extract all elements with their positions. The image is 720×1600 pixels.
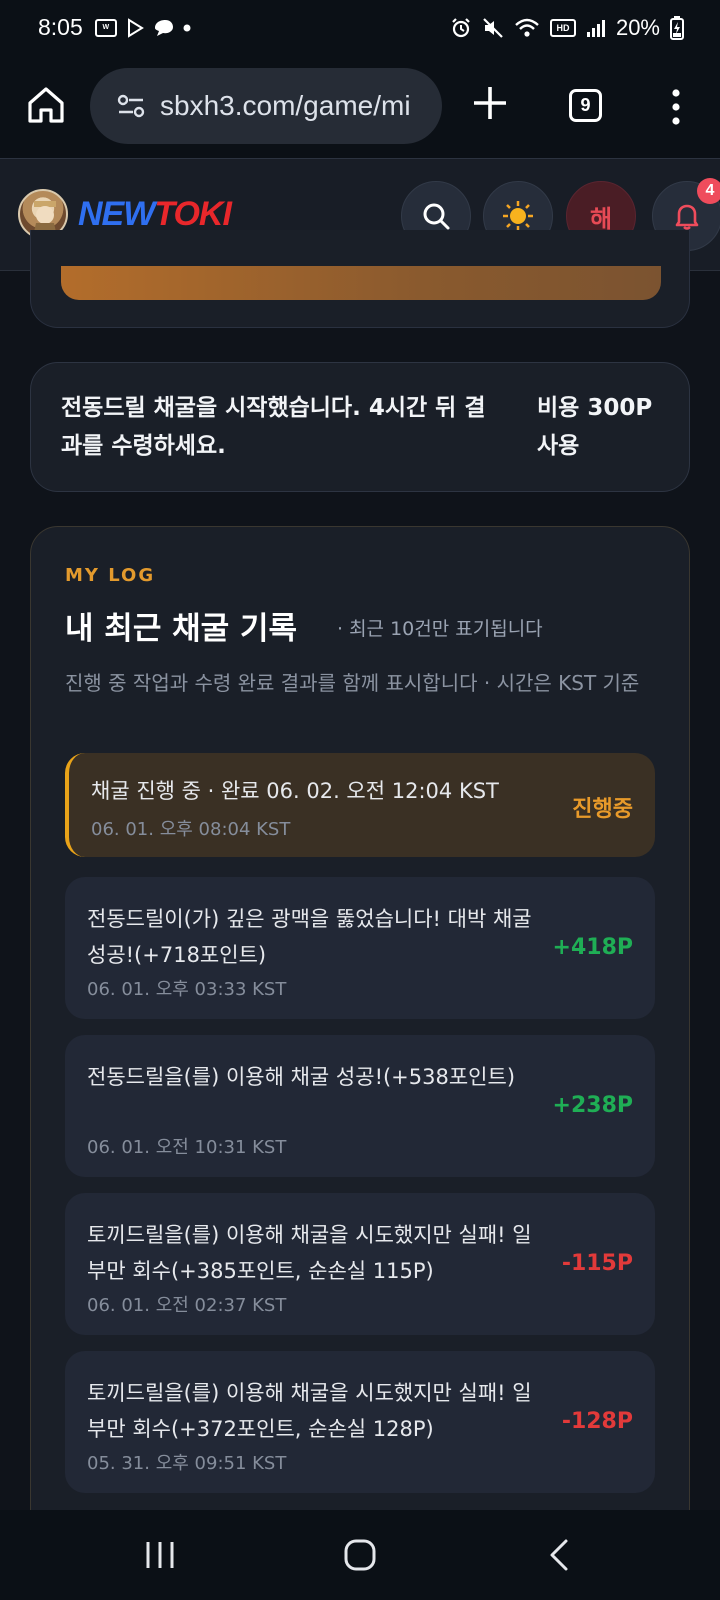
site-settings-icon[interactable] <box>116 91 146 121</box>
play-store-icon <box>127 17 144 38</box>
status-time: 8:05 <box>38 14 83 40</box>
battery-charging-icon <box>670 15 684 40</box>
entry-message: 전동드릴을(를) 이용해 채굴 성공!(+538포인트) <box>87 1065 516 1089</box>
progress-bar <box>61 266 661 300</box>
log-title: 내 최근 채굴 기록 <box>65 611 298 647</box>
notice-message: 전동드릴 채굴을 시작했습니다. 4시간 뒤 결과를 수령하세요. <box>61 395 486 459</box>
log-entry: 전동드릴을(를) 이용해 채굴 성공!(+538포인트) 06. 01. 오전 … <box>65 1035 655 1177</box>
logo-new: NEW <box>78 195 155 233</box>
site-logo[interactable]: NEWTOKI <box>78 195 232 234</box>
entry-amount: -128P <box>561 1409 633 1434</box>
status-system-icons: HD 20% <box>450 15 684 41</box>
log-entry: 토끼드릴을(를) 이용해 채굴을 시도했지만 실패! 일부만 회수(+372포인… <box>65 1351 655 1493</box>
mining-notice: 전동드릴 채굴을 시작했습니다. 4시간 뒤 결과를 수령하세요. 비용 300… <box>30 362 690 492</box>
entry-time: 06. 01. 오전 02:37 KST <box>87 1295 287 1316</box>
wifi-icon <box>515 18 539 37</box>
search-icon <box>423 203 450 230</box>
hd-voice-icon: HD <box>549 18 576 37</box>
status-bar: 8:05 W HD 20% <box>0 0 720 55</box>
language-label: 해 <box>589 204 613 233</box>
log-entry: 전동드릴이(가) 깊은 광맥을 뚫었습니다! 대박 채굴 성공!(+718포인트… <box>65 877 655 1019</box>
entry-message: 토끼드릴을(를) 이용해 채굴을 시도했지만 실패! 일부만 회수(+385포인… <box>87 1223 532 1283</box>
recent-apps-icon[interactable] <box>140 1538 180 1572</box>
chat-app-icon <box>154 19 173 36</box>
browser-toolbar: sbxh3.com/game/mi 9 <box>0 55 720 158</box>
home-icon[interactable] <box>26 85 66 125</box>
notification-badge: 4 <box>697 178 720 204</box>
entry-time: 05. 31. 오후 09:51 KST <box>87 1453 287 1474</box>
entry-time: 06. 01. 오전 10:31 KST <box>87 1137 287 1158</box>
battery-percent: 20% <box>615 14 660 40</box>
entry-message: 채굴 진행 중 · 완료 06. 02. 오전 12:04 KST <box>91 779 499 803</box>
system-nav-bar <box>0 1510 720 1600</box>
log-entry: 채굴 진행 중 · 완료 06. 02. 오전 12:04 KST 06. 01… <box>65 753 655 857</box>
url-text: sbxh3.com/game/mi <box>160 90 411 121</box>
previous-card <box>30 230 690 328</box>
notice-cost: 비용 300P 사용 <box>537 395 653 459</box>
mute-icon <box>483 17 503 38</box>
alarm-icon <box>452 17 470 37</box>
log-description: 진행 중 작업과 수령 완료 결과를 함께 표시합니다 · 시간은 KST 기준 <box>65 671 640 695</box>
dot-icon <box>183 24 191 31</box>
address-bar[interactable]: sbxh3.com/game/mi <box>90 68 442 144</box>
more-menu-icon[interactable] <box>664 87 688 127</box>
bell-icon <box>675 204 699 230</box>
webtoon-app-icon: W <box>94 18 117 37</box>
logo-toki: TOKI <box>154 195 232 233</box>
new-tab-icon[interactable] <box>470 83 510 123</box>
entry-status: 진행중 <box>572 797 633 822</box>
entry-message: 토끼드릴을(를) 이용해 채굴을 시도했지만 실패! 일부만 회수(+372포인… <box>87 1381 532 1441</box>
tab-switcher-button[interactable]: 9 <box>569 89 602 122</box>
entry-time: 06. 01. 오후 03:33 KST <box>87 979 287 1000</box>
log-kicker: MY LOG <box>65 565 156 586</box>
entry-message: 전동드릴이(가) 깊은 광맥을 뚫었습니다! 대박 채굴 성공!(+718포인트… <box>87 907 532 967</box>
back-icon[interactable] <box>540 1538 580 1572</box>
log-note: · 최근 10건만 표기됩니다 <box>337 618 543 640</box>
my-log-card: MY LOG 내 최근 채굴 기록 · 최근 10건만 표기됩니다 진행 중 작… <box>30 526 690 1600</box>
entry-amount: -115P <box>561 1251 633 1276</box>
entry-time: 06. 01. 오후 08:04 KST <box>91 819 291 840</box>
entry-amount: +418P <box>552 935 633 960</box>
sun-icon <box>503 201 533 231</box>
signal-icon <box>586 19 605 37</box>
home-nav-icon[interactable] <box>340 1538 380 1572</box>
status-notification-icons: W <box>94 17 191 38</box>
entry-amount: +238P <box>552 1093 633 1118</box>
log-entry: 토끼드릴을(를) 이용해 채굴을 시도했지만 실패! 일부만 회수(+385포인… <box>65 1193 655 1335</box>
